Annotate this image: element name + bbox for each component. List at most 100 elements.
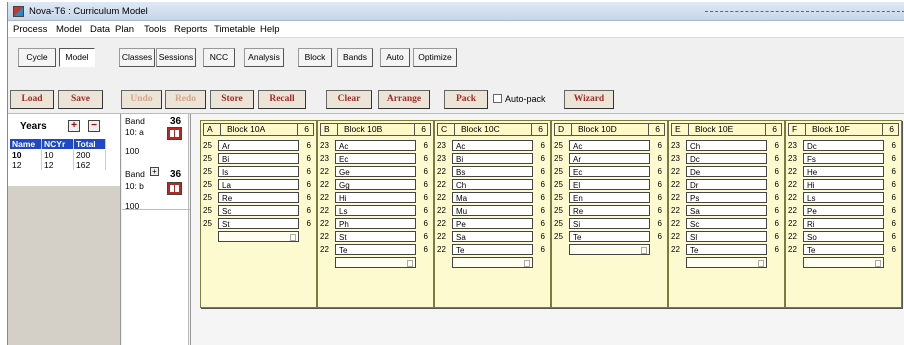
block-line[interactable]: 25 Ar 6 [203,140,314,151]
line-name[interactable]: Te [803,244,884,255]
tab-block[interactable]: Block [298,48,332,67]
line-name[interactable]: Ac [335,140,416,151]
block-line[interactable]: 22 Ps 6 [671,192,782,203]
line-name[interactable]: Sl [686,231,767,242]
checkbox-icon[interactable] [493,94,502,103]
line-name[interactable]: St [218,218,299,229]
line-name[interactable]: Ls [335,205,416,216]
block-line[interactable]: 22 Sl 6 [671,231,782,242]
block-line[interactable]: 25 Bi 6 [203,153,314,164]
line-name[interactable]: Pe [452,218,533,229]
block-line[interactable]: 25 Te 6 [554,231,665,242]
block-line[interactable]: 22 Te 6 [320,244,431,255]
block-line[interactable]: 23 Ac 6 [320,140,431,151]
block-header[interactable]: A Block 10A 6 [203,123,314,136]
block-line[interactable]: 25 Si 6 [554,218,665,229]
band-grid-icon[interactable] [167,182,182,195]
block-b[interactable]: B Block 10B 6 23 Ac 6 23 Ec 6 22 Ge 6 22 Gg 6 22 Hi 6 22 Ls… [317,120,434,308]
block-line[interactable]: 22 St 6 [320,231,431,242]
line-name[interactable]: Pe [803,205,884,216]
block-line[interactable]: 22 Sc 6 [671,218,782,229]
table-row[interactable]: 12 12 162 [10,160,106,170]
undo-button[interactable]: Undo [121,90,162,109]
block-line[interactable]: 22 De 6 [671,166,782,177]
line-name[interactable]: Re [569,205,650,216]
block-line[interactable]: 22 Gg 6 [320,179,431,190]
block-line[interactable]: 23 Ch 6 [671,140,782,151]
block-line[interactable]: 25 Is 6 [203,166,314,177]
band-grid-icon[interactable] [167,127,182,140]
autopack-checkbox[interactable]: Auto-pack [493,94,546,104]
line-name[interactable]: Is [218,166,299,177]
block-line[interactable]: 25 En 6 [554,192,665,203]
block-header[interactable]: F Block 10F 6 [788,123,899,136]
empty-line-slot[interactable] [803,257,884,268]
menu-tools[interactable]: Tools [144,24,166,35]
block-line[interactable]: 22 Sa 6 [671,205,782,216]
block-line[interactable]: 22 Ge 6 [320,166,431,177]
line-name[interactable]: Ls [803,192,884,203]
block-header[interactable]: E Block 10E 6 [671,123,782,136]
line-name[interactable]: Ch [452,179,533,190]
block-line[interactable]: 22 Ri 6 [788,218,899,229]
block-line[interactable]: 25 Re 6 [554,205,665,216]
empty-line-slot[interactable] [569,244,650,255]
line-name[interactable]: Ri [803,218,884,229]
tab-auto[interactable]: Auto [380,48,410,67]
block-line[interactable]: 22 Te 6 [671,244,782,255]
block-header[interactable]: C Block 10C 6 [437,123,548,136]
arrange-button[interactable]: Arrange [378,90,430,109]
pack-button[interactable]: Pack [444,90,488,109]
block-line[interactable]: 22 Te 6 [788,244,899,255]
menu-reports[interactable]: Reports [174,24,207,35]
block-line[interactable]: 22 Dr 6 [671,179,782,190]
clear-button[interactable]: Clear [326,90,372,109]
line-name[interactable]: Ec [569,166,650,177]
line-name[interactable]: Ps [686,192,767,203]
block-line[interactable]: 23 Fs 6 [788,153,899,164]
block-line[interactable]: 25 El 6 [554,179,665,190]
line-name[interactable]: Sa [686,205,767,216]
block-header[interactable]: B Block 10B 6 [320,123,431,136]
line-name[interactable]: Ch [686,140,767,151]
line-name[interactable]: Te [335,244,416,255]
col-ncyr[interactable]: NCYr [42,139,74,149]
block-line[interactable]: 22 Ph 6 [320,218,431,229]
line-name[interactable]: Ge [335,166,416,177]
table-row[interactable]: 10 10 200 [10,150,106,160]
block-line[interactable]: 22 Ch 6 [437,179,548,190]
line-name[interactable]: Ar [569,153,650,164]
block-line[interactable]: 22 Mu 6 [437,205,548,216]
block-f[interactable]: F Block 10F 6 23 Dc 6 23 Fs 6 22 He 6 22 Hi 6 22 Ls 6 22 Pe… [785,120,902,308]
tab-bands[interactable]: Bands [337,48,373,67]
block-a[interactable]: A Block 10A 6 25 Ar 6 25 Bi 6 25 Is 6 25 La 6 25 Re 6 25 Sc… [200,120,317,308]
line-name[interactable]: En [569,192,650,203]
tab-analysis[interactable]: Analysis [244,48,284,67]
line-name[interactable]: Ph [335,218,416,229]
block-line[interactable]: 22 Pe 6 [437,218,548,229]
empty-line-slot[interactable] [218,231,299,242]
menu-help[interactable]: Help [260,24,280,35]
line-name[interactable]: Bi [452,153,533,164]
line-name[interactable]: Bi [218,153,299,164]
block-e[interactable]: E Block 10E 6 23 Ch 6 23 Dc 6 22 De 6 22 Dr 6 22 Ps 6 22 Sa… [668,120,785,308]
empty-line-slot[interactable] [335,257,416,268]
block-line[interactable]: 25 La 6 [203,179,314,190]
line-name[interactable]: Te [569,231,650,242]
empty-line-slot[interactable] [686,257,767,268]
wizard-button[interactable]: Wizard [564,90,614,109]
line-name[interactable]: Mu [452,205,533,216]
line-name[interactable]: So [803,231,884,242]
line-name[interactable]: Dc [803,140,884,151]
line-name[interactable]: He [803,166,884,177]
menu-timetable[interactable]: Timetable [214,24,255,35]
line-name[interactable]: Bs [452,166,533,177]
block-line[interactable]: 25 Re 6 [203,192,314,203]
block-line[interactable]: 23 Ac 6 [437,140,548,151]
line-name[interactable]: Ar [218,140,299,151]
line-name[interactable]: Dr [686,179,767,190]
block-line[interactable]: 23 Bi 6 [437,153,548,164]
line-name[interactable]: Sa [452,231,533,242]
block-line[interactable]: 22 Sa 6 [437,231,548,242]
block-line[interactable]: 25 Ac 6 [554,140,665,151]
